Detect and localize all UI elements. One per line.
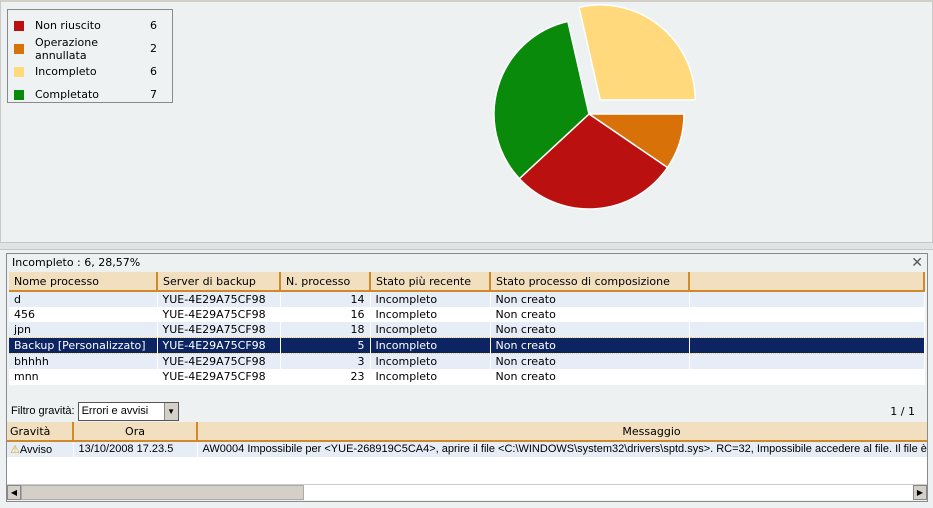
job-number-cell: 3 — [280, 353, 371, 369]
job-number-cell: 14 — [280, 291, 371, 307]
column-header[interactable]: Server di backup — [157, 272, 281, 292]
backup-server-cell: YUE-4E29A75CF98 — [157, 337, 281, 354]
filter-bar: Filtro gravità: Errori e avvisi ▼ 1 / 1 — [7, 401, 927, 421]
summary-text: Incompleto : 6, 28,57% — [12, 256, 141, 269]
job-name-cell: bhhhh — [9, 353, 158, 369]
composition-status-cell: Non creato — [490, 322, 690, 338]
composition-status-cell: Non creato — [490, 337, 690, 354]
filter-label: Filtro gravità: — [11, 405, 75, 417]
table-row[interactable]: d YUE-4E29A75CF98 14 Incompleto Non creato — [9, 291, 925, 307]
composition-status-cell: Non creato — [490, 306, 690, 323]
backup-server-cell: YUE-4E29A75CF98 — [157, 353, 281, 369]
table-row[interactable]: jpn YUE-4E29A75CF98 18 Incompleto Non creato — [9, 322, 925, 338]
log-column-header[interactable]: Gravità — [7, 422, 74, 442]
warning-icon: ⚠ — [10, 443, 20, 456]
latest-status-cell: Incompleto — [370, 368, 491, 385]
composition-status-cell: Non creato — [490, 353, 690, 369]
jobs-table: Nome processo Server di backup N. processo… — [9, 272, 925, 385]
table-row[interactable]: Backup [Personalizzato] YUE-4E29A75CF98 5 I… — [9, 337, 925, 354]
column-header[interactable]: Nome processo — [9, 272, 158, 292]
table-row[interactable]: bhhhh YUE-4E29A75CF98 3 Incompleto Non creat… — [9, 353, 925, 369]
scroll-left-button[interactable]: ◀ — [7, 485, 21, 500]
empty-cell — [689, 322, 925, 338]
severity-cell: ⚠Avviso — [7, 441, 74, 457]
selection-summary: Incompleto : 6, 28,57% ✕ — [7, 254, 927, 272]
latest-status-cell: Incompleto — [370, 353, 491, 369]
job-name-cell: mnn — [9, 368, 158, 385]
column-header[interactable]: N. processo — [280, 272, 371, 292]
job-number-cell: 5 — [280, 337, 371, 354]
severity-text: Avviso — [19, 443, 53, 456]
page-indicator: 1 / 1 — [890, 404, 915, 418]
backup-server-cell: YUE-4E29A75CF98 — [157, 322, 281, 338]
table-row[interactable]: 456 YUE-4E29A75CF98 16 Incompleto Non creato — [9, 306, 925, 323]
log-table-container: Gravità Ora Messaggio ⚠Avviso 13/10/2008 17… — [7, 422, 927, 500]
pie-slice-incompleto[interactable] — [578, 4, 696, 101]
job-name-cell: Backup [Personalizzato] — [9, 337, 158, 354]
table-row[interactable]: mnn YUE-4E29A75CF98 23 Incompleto Non creato — [9, 368, 925, 385]
latest-status-cell: Incompleto — [370, 337, 491, 354]
message-cell: AW0004 Impossibile per <YUE-268919C5CA4>… — [197, 441, 927, 457]
job-number-cell: 18 — [280, 322, 371, 338]
severity-filter-value: Errori e avvisi — [81, 405, 149, 417]
latest-status-cell: Incompleto — [370, 322, 491, 338]
backup-server-cell: YUE-4E29A75CF98 — [157, 368, 281, 385]
pie-chart[interactable] — [1, 2, 932, 242]
column-header[interactable] — [689, 272, 925, 292]
composition-status-cell: Non creato — [490, 291, 690, 307]
job-name-cell: 456 — [9, 306, 158, 323]
composition-status-cell: Non creato — [490, 368, 690, 385]
column-header[interactable]: Stato più recente — [370, 272, 491, 292]
close-icon[interactable]: ✕ — [911, 254, 923, 272]
latest-status-cell: Incompleto — [370, 291, 491, 307]
splitter[interactable] — [0, 242, 933, 250]
job-name-cell: d — [9, 291, 158, 307]
empty-cell — [689, 306, 925, 323]
log-column-header[interactable]: Messaggio — [197, 422, 927, 442]
latest-status-cell: Incompleto — [370, 306, 491, 323]
empty-cell — [689, 353, 925, 369]
empty-cell — [689, 337, 925, 354]
scrollbar-thumb[interactable] — [21, 485, 304, 500]
column-header[interactable]: Stato processo di composizione — [490, 272, 690, 292]
details-panel: Incompleto : 6, 28,57% ✕ Nome processo Se… — [6, 253, 928, 502]
chart-area: Non riuscito 6 Operazione annullata 2 Incomp… — [0, 0, 933, 242]
log-column-header[interactable]: Ora — [73, 422, 198, 442]
severity-filter-select[interactable]: Errori e avvisi ▼ — [77, 401, 179, 421]
job-number-cell: 16 — [280, 306, 371, 323]
log-table: Gravità Ora Messaggio ⚠Avviso 13/10/2008 17… — [7, 422, 927, 457]
log-row[interactable]: ⚠Avviso 13/10/2008 17.23.5 AW0004 Impossib… — [7, 441, 927, 457]
backup-server-cell: YUE-4E29A75CF98 — [157, 306, 281, 323]
horizontal-scrollbar[interactable]: ◀ ▶ — [7, 484, 927, 500]
chevron-down-icon[interactable]: ▼ — [163, 402, 178, 420]
scroll-right-button[interactable]: ▶ — [913, 485, 927, 500]
job-name-cell: jpn — [9, 322, 158, 338]
empty-cell — [689, 368, 925, 385]
backup-server-cell: YUE-4E29A75CF98 — [157, 291, 281, 307]
time-cell: 13/10/2008 17.23.5 — [73, 441, 198, 457]
job-number-cell: 23 — [280, 368, 371, 385]
empty-cell — [689, 291, 925, 307]
